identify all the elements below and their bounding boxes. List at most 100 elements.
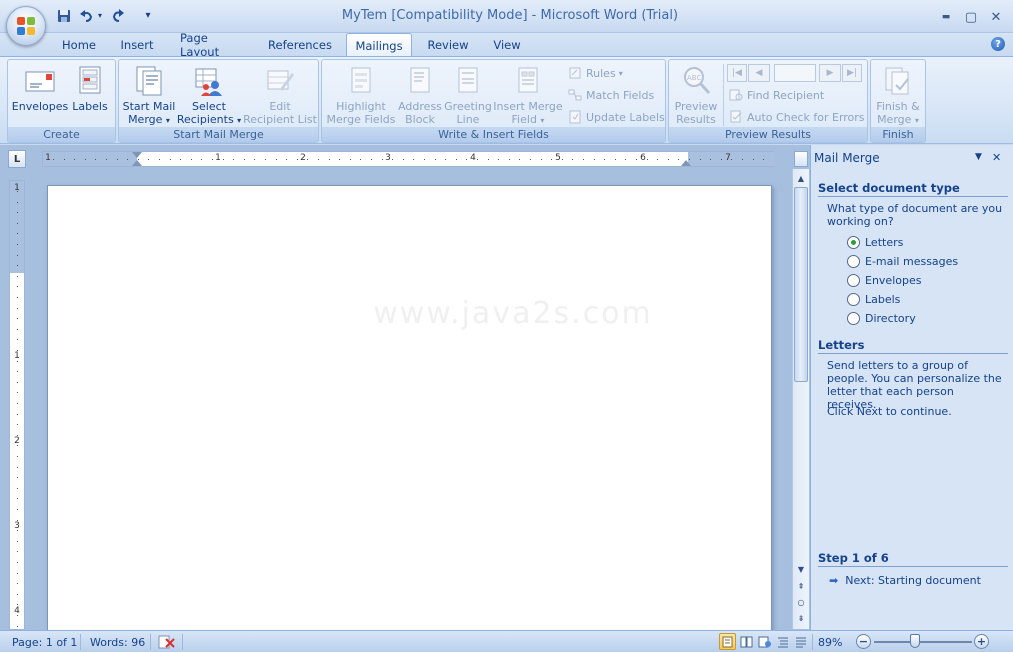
undo-icon[interactable] [78,8,94,24]
draft-view-icon[interactable] [792,633,809,650]
maximize-button[interactable]: ▢ [960,9,982,25]
scroll-thumb[interactable] [794,187,808,382]
print-layout-view-icon[interactable] [719,633,736,650]
rules-icon [568,66,582,80]
zoom-level[interactable]: 89% [818,634,842,650]
vertical-ruler[interactable]: 1 1 2 3 4 [9,180,25,630]
word-count[interactable]: Words: 96 [90,634,145,650]
zoom-slider-thumb[interactable] [910,634,920,648]
horizontal-ruler[interactable]: 1 1 2 3 4 5 6 7 [42,151,774,167]
customize-qat-icon[interactable]: ▾ [140,8,156,24]
ruler-tick [455,159,457,160]
greeting-line-button[interactable]: Greeting Line [444,63,492,127]
tab-home[interactable]: Home [54,33,104,56]
radio-directory[interactable]: Directory [847,311,916,325]
ruler-tick [583,159,584,160]
tab-mailings[interactable]: Mailings [346,33,412,57]
radio-label: Envelopes [865,273,922,287]
radio-envelopes[interactable]: Envelopes [847,273,921,287]
match-fields-button[interactable]: Match Fields [568,86,654,104]
last-record-button[interactable]: ▶| [842,64,862,82]
undo-dropdown-icon[interactable]: ▾ [95,8,105,24]
close-button[interactable]: ✕ [985,9,1007,25]
minimize-button[interactable]: ▬ [935,9,957,25]
ruler-tick [53,159,54,160]
radio-letters[interactable]: Letters [847,235,903,249]
help-icon[interactable]: ? [991,37,1005,51]
hanging-indent-marker[interactable] [132,160,142,166]
scroll-down-icon[interactable]: ▼ [793,561,809,577]
select-browse-object-icon[interactable]: ○ [793,594,809,610]
radio-button[interactable] [847,254,860,268]
ruler-tick [593,159,595,160]
find-recipient-button[interactable]: Find Recipient [729,86,824,104]
finish-merge-button[interactable]: Finish & Merge ▾ [873,63,923,127]
task-pane-close-icon[interactable]: ✕ [992,151,1001,164]
ruler-number: 4 [470,153,476,163]
right-indent-marker[interactable] [681,160,691,166]
radio-label: Labels [865,292,901,306]
ruler-tick [731,159,733,160]
zoom-out-icon[interactable]: − [856,634,871,649]
ruler-tick [742,159,743,160]
scroll-up-icon[interactable]: ▲ [793,170,809,186]
tab-selector-button[interactable]: L [8,150,26,168]
radio-labels[interactable]: Labels [847,292,900,306]
select-recipients-button[interactable]: Select Recipients ▾ [177,63,241,127]
envelopes-button[interactable]: Envelopes [12,63,68,127]
highlight-merge-fields-label: Highlight Merge Fields [326,100,396,126]
redo-icon[interactable] [110,8,126,24]
page-count[interactable]: Page: 1 of 1 [12,634,77,650]
zoom-in-icon[interactable]: + [974,634,989,649]
radio-button[interactable] [847,292,860,306]
previous-record-button[interactable]: ◀ [748,64,770,82]
tab-review[interactable]: Review [420,33,476,56]
record-number-input[interactable] [774,64,816,82]
vertical-scrollbar[interactable]: ▲ ▼ ⇞ ○ ⇟ [792,169,809,629]
ruler-left-margin [43,152,137,166]
ruler-tick [17,403,18,404]
tab-page-layout[interactable]: Page Layout [170,31,254,59]
proofing-icon[interactable] [158,634,176,650]
ruler-tick [127,159,129,160]
auto-check-errors-button[interactable]: Auto Check for Errors [729,108,865,126]
highlight-merge-fields-button[interactable]: Highlight Merge Fields [326,63,396,127]
next-step-link[interactable]: ➡ Next: Starting document [829,574,981,587]
ruler-tick [381,159,383,160]
next-record-button[interactable]: ▶ [819,64,841,82]
ruler-tick [190,159,192,160]
office-button[interactable] [6,6,46,46]
envelope-icon [24,65,56,97]
radio-button[interactable] [847,311,860,325]
ruler-number: 5 [555,153,561,163]
arrow-right-icon: ➡ [829,574,839,587]
previous-page-icon[interactable]: ⇞ [793,578,809,594]
rules-button[interactable]: Rules ▾ [568,64,623,82]
next-page-icon[interactable]: ⇟ [793,610,809,626]
task-pane-menu-icon[interactable]: ▼ [975,152,982,162]
insert-merge-field-button[interactable]: Insert Merge Field ▾ [493,63,563,127]
start-mail-merge-button[interactable]: Start Mail Merge ▾ [121,63,177,127]
labels-button[interactable]: Labels [70,63,110,127]
preview-results-button[interactable]: ABC Preview Results [671,63,721,127]
radio-button[interactable] [847,235,860,249]
tab-view[interactable]: View [484,33,530,56]
web-layout-view-icon[interactable] [756,633,773,650]
first-line-indent-marker[interactable] [132,152,142,158]
document-page[interactable]: www.java2s.com [47,185,772,635]
outline-view-icon[interactable] [774,633,791,650]
tab-insert[interactable]: Insert [112,33,162,56]
first-record-icon: |◀ [732,68,742,78]
zoom-slider-track[interactable] [874,641,972,643]
update-labels-button[interactable]: Update Labels [568,108,665,126]
edit-recipient-list-button[interactable]: Edit Recipient List [243,63,317,127]
radio-button[interactable] [847,273,860,287]
radio-email-messages[interactable]: E-mail messages [847,254,958,268]
tab-references[interactable]: References [262,33,338,56]
address-block-button[interactable]: Address Block [397,63,443,127]
view-ruler-button[interactable] [794,151,808,167]
full-screen-reading-view-icon[interactable] [738,633,755,650]
save-icon[interactable] [56,8,72,24]
first-record-button[interactable]: |◀ [727,64,747,82]
address-block-label: Address Block [398,100,442,126]
